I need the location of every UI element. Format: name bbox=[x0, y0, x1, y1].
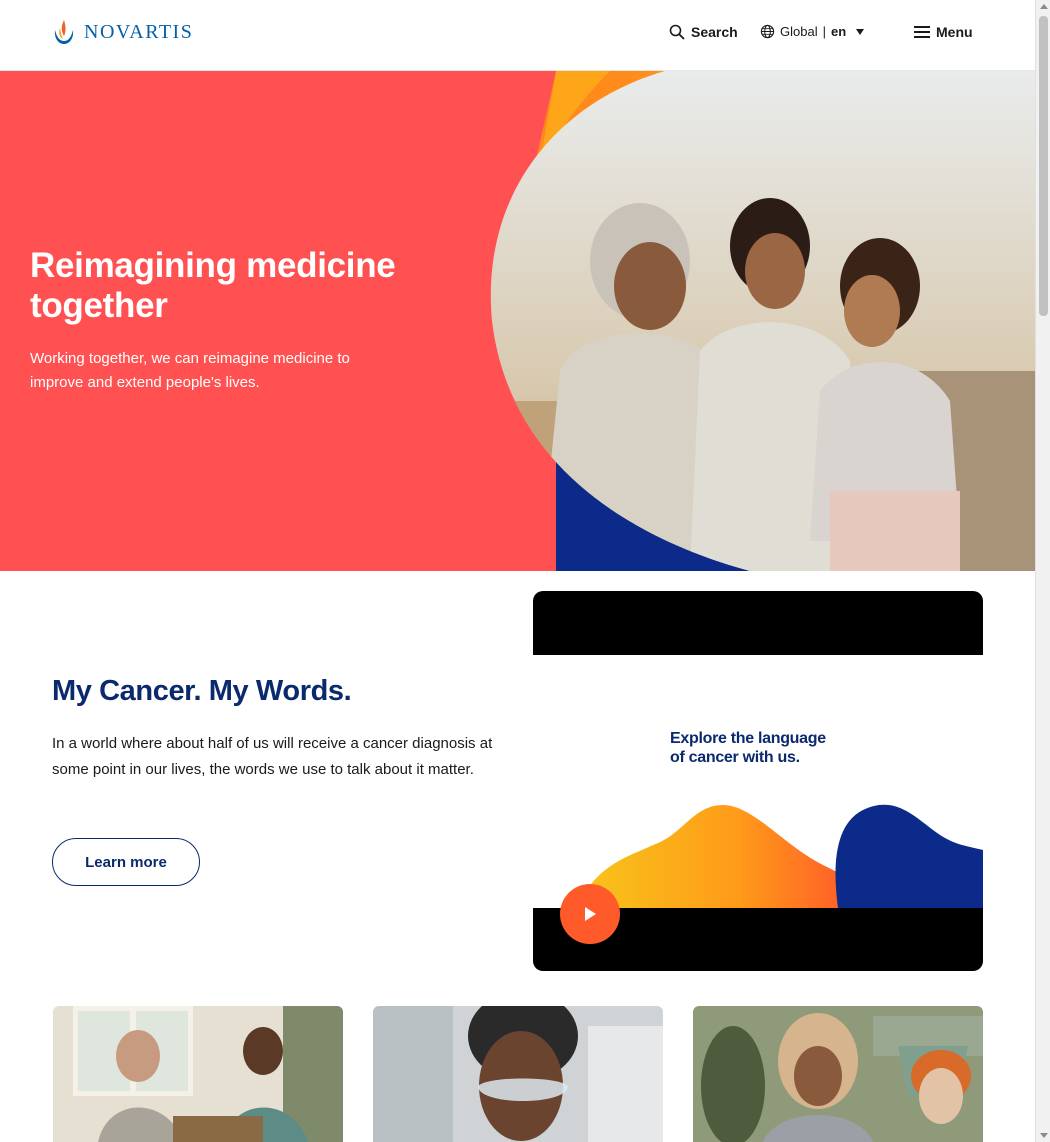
language-selector[interactable]: Global | en bbox=[760, 24, 865, 39]
hero-title: Reimagining medicine together bbox=[30, 246, 396, 325]
feature-description: In a world where about half of us will r… bbox=[52, 735, 493, 778]
hero-subtitle: Working together, we can reimagine medic… bbox=[30, 350, 350, 391]
card-image-chess bbox=[53, 1006, 343, 1142]
search-label: Search bbox=[691, 24, 738, 40]
scrollbar-thumb[interactable] bbox=[1039, 16, 1048, 316]
video-thumbnail-art bbox=[578, 804, 983, 908]
search-button[interactable]: Search bbox=[669, 24, 738, 40]
novartis-logo[interactable]: NOVARTIS bbox=[52, 18, 193, 46]
region-separator: | bbox=[822, 24, 826, 39]
video-caption-line2: of cancer with us. bbox=[670, 749, 800, 766]
region-label: Global bbox=[780, 24, 818, 39]
card-scientist[interactable] bbox=[373, 1006, 663, 1142]
globe-icon bbox=[760, 24, 775, 39]
scroll-down-arrow-icon[interactable] bbox=[1040, 1133, 1048, 1138]
caret-down-icon bbox=[856, 28, 865, 35]
page-scrollbar[interactable] bbox=[1035, 0, 1050, 1142]
language-code: en bbox=[830, 24, 847, 39]
novartis-flame-icon bbox=[54, 20, 74, 44]
card-image-scientist bbox=[373, 1006, 663, 1142]
video-player[interactable]: Explore the language of cancer with us. bbox=[533, 591, 983, 971]
search-icon bbox=[669, 24, 685, 40]
video-frame: Explore the language of cancer with us. bbox=[533, 655, 983, 908]
logo-wordmark: NOVARTIS bbox=[84, 20, 194, 43]
card-image-friends bbox=[693, 1006, 983, 1142]
hamburger-icon bbox=[914, 26, 930, 38]
feature-title: My Cancer. My Words. bbox=[52, 675, 352, 707]
play-button[interactable] bbox=[560, 884, 620, 944]
card-friends-outdoors[interactable] bbox=[693, 1006, 983, 1142]
learn-more-button[interactable]: Learn more bbox=[52, 838, 200, 886]
menu-button[interactable]: Menu bbox=[914, 24, 973, 40]
scroll-up-arrow-icon[interactable] bbox=[1040, 4, 1048, 9]
card-men-chess[interactable] bbox=[53, 1006, 343, 1142]
play-icon bbox=[585, 907, 596, 921]
video-caption: Explore the language of cancer with us. bbox=[670, 729, 826, 767]
site-header: NOVARTIS Search Global | en Menu bbox=[0, 0, 1035, 71]
video-caption-line1: Explore the language bbox=[670, 730, 826, 747]
menu-label: Menu bbox=[936, 24, 973, 40]
hero-section: Reimagining medicine together Working to… bbox=[0, 71, 1035, 571]
